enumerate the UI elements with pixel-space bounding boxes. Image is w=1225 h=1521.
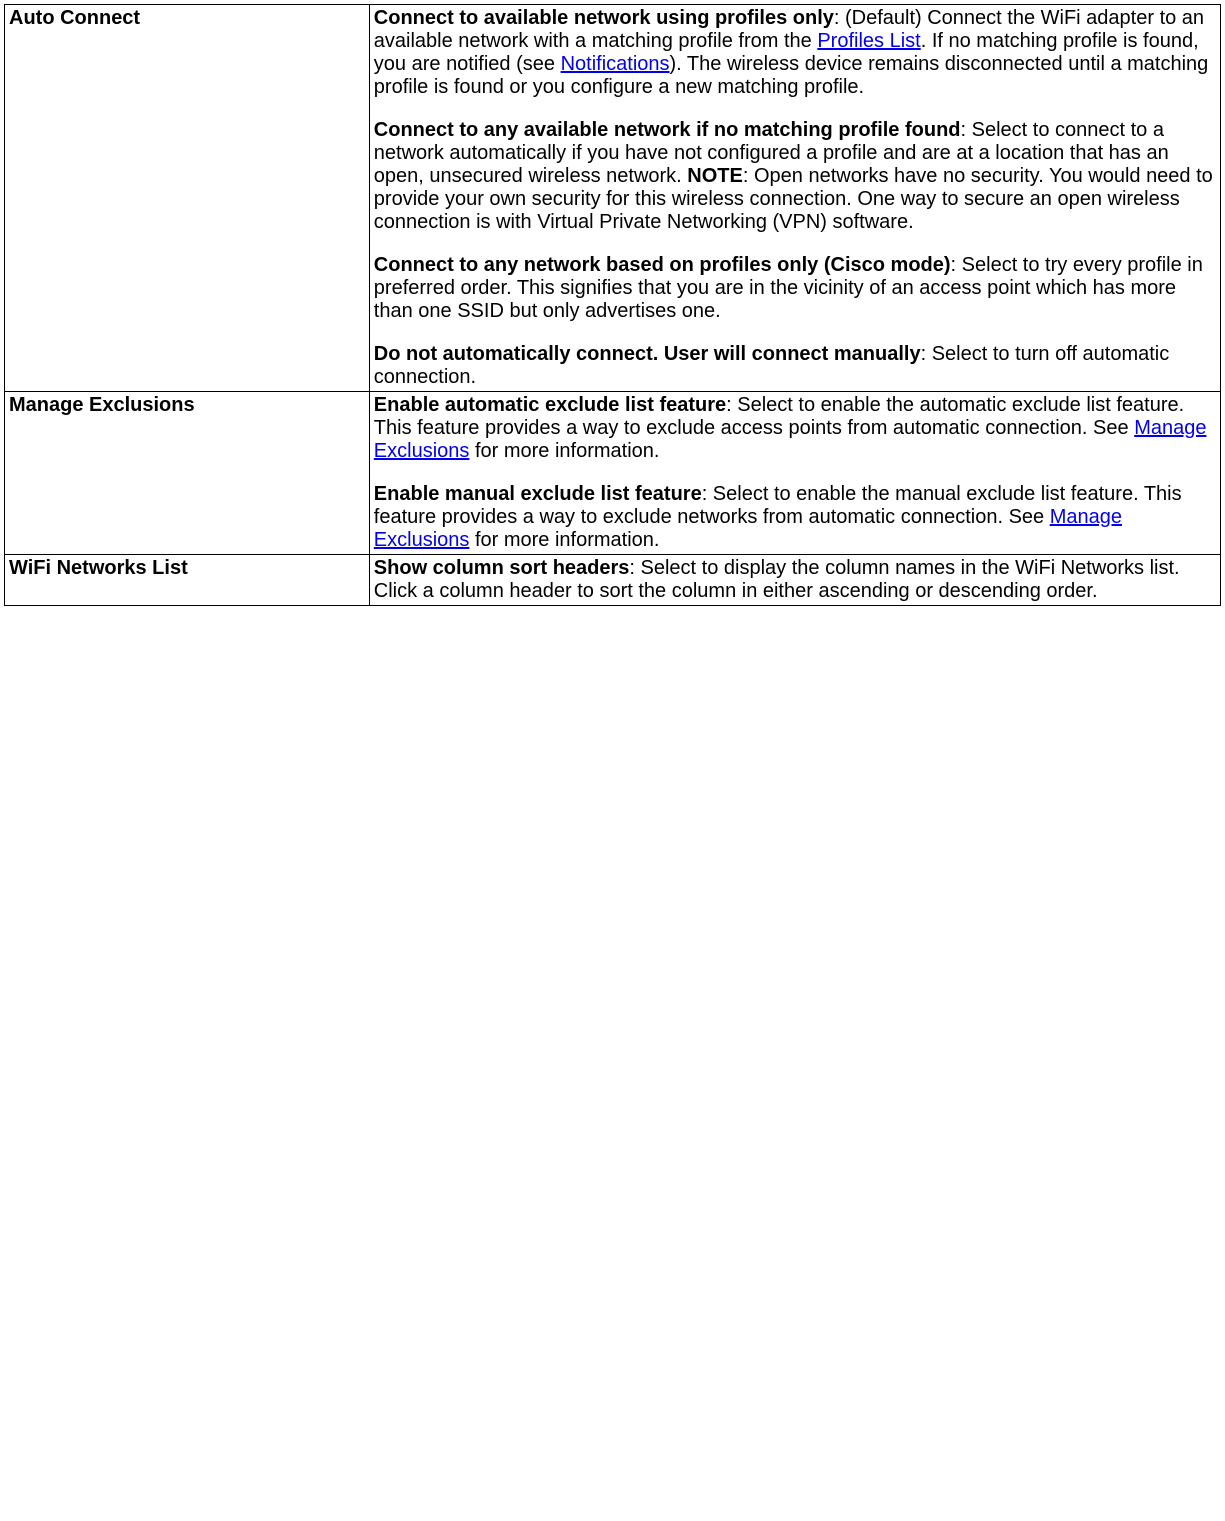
text: for more information. [469,529,659,551]
table-row: Manage Exclusions Enable automatic exclu… [5,392,1221,555]
paragraph: Enable manual exclude list feature: Sele… [374,483,1216,552]
option-title: Enable automatic exclude list feature [374,394,726,416]
paragraph: Connect to available network using profi… [374,7,1216,99]
text: for more information. [469,440,659,462]
option-title: Connect to available network using profi… [374,7,834,29]
setting-name: WiFi Networks List [5,555,370,606]
setting-description: Show column sort headers: Select to disp… [369,555,1220,606]
setting-name: Manage Exclusions [5,392,370,555]
paragraph: Show column sort headers: Select to disp… [374,557,1216,603]
option-title: Do not automatically connect. User will … [374,343,921,365]
table-row: WiFi Networks List Show column sort head… [5,555,1221,606]
paragraph: Enable automatic exclude list feature: S… [374,394,1216,463]
profiles-list-link[interactable]: Profiles List [817,30,920,52]
settings-table: Auto Connect Connect to available networ… [4,4,1221,606]
option-title: Show column sort headers [374,557,630,579]
note-label: NOTE [687,165,743,187]
option-title: Connect to any available network if no m… [374,119,961,141]
table-row: Auto Connect Connect to available networ… [5,5,1221,392]
paragraph: Connect to any network based on profiles… [374,254,1216,323]
setting-description: Enable automatic exclude list feature: S… [369,392,1220,555]
paragraph: Connect to any available network if no m… [374,119,1216,234]
notifications-link[interactable]: Notifications [561,53,670,75]
setting-name: Auto Connect [5,5,370,392]
paragraph: Do not automatically connect. User will … [374,343,1216,389]
option-title: Enable manual exclude list feature [374,483,702,505]
option-title: Connect to any network based on profiles… [374,254,951,276]
setting-description: Connect to available network using profi… [369,5,1220,392]
